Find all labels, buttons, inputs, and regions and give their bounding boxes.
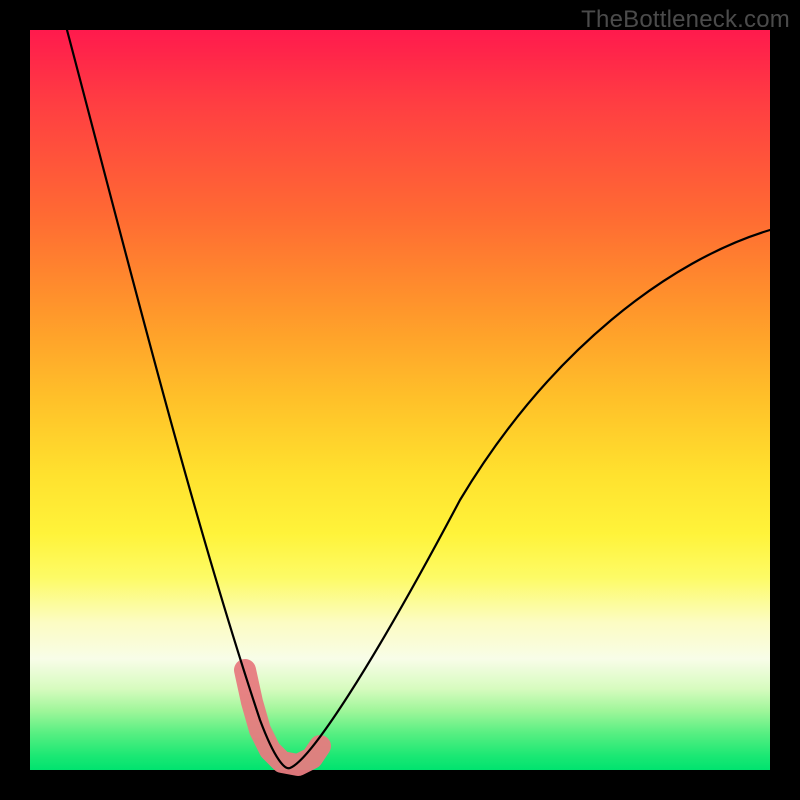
chart-svg	[30, 30, 770, 770]
bottleneck-curve	[67, 30, 770, 768]
chart-frame: TheBottleneck.com	[0, 0, 800, 800]
plot-area	[30, 30, 770, 770]
